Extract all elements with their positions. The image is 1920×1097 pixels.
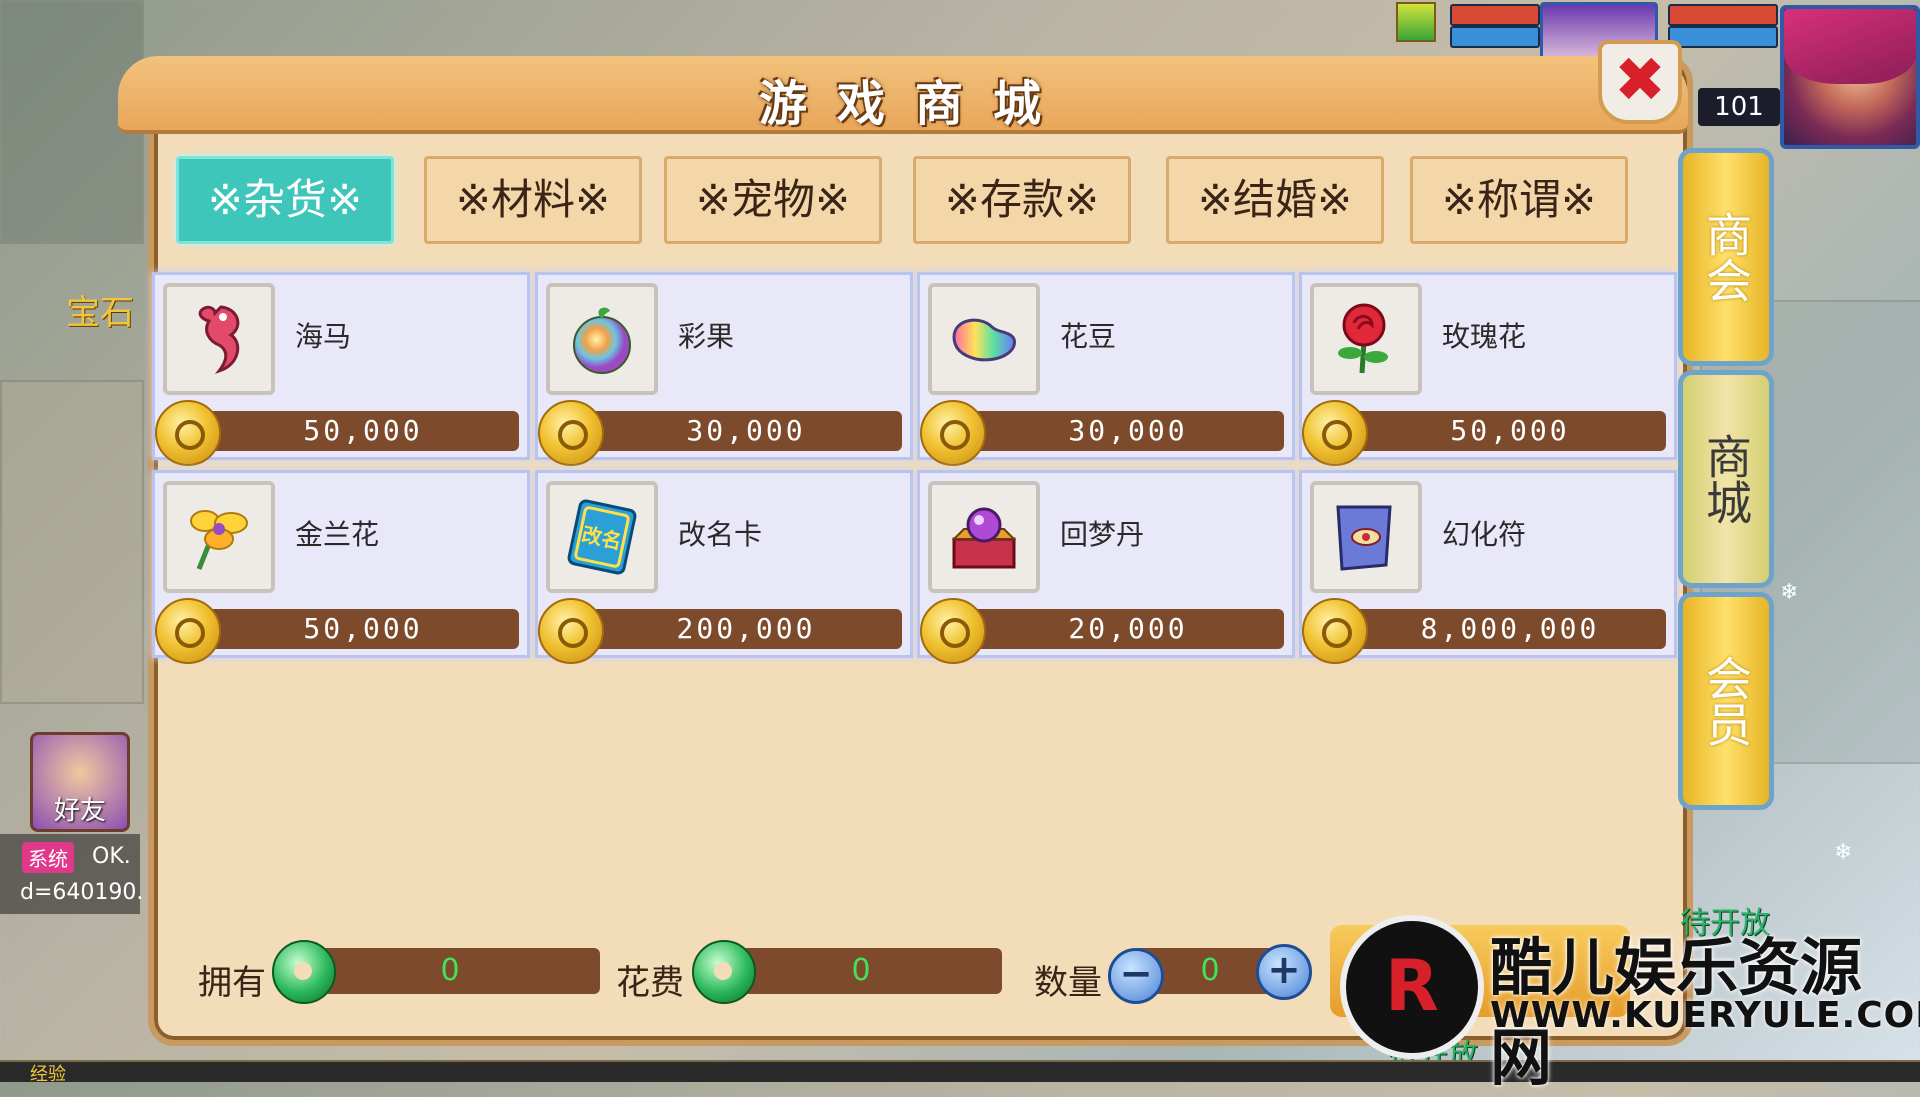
tab-general-goods[interactable]: ※杂货※ [176, 156, 394, 244]
chat-line: OK. [92, 844, 131, 869]
item-name: 玫瑰花 [1442, 320, 1527, 353]
transform-scroll-icon [1336, 505, 1392, 571]
quantity-label: 数量 [1034, 963, 1102, 1003]
golden-orchid-icon [190, 510, 248, 570]
player-hp-bar [1668, 4, 1778, 26]
item-price: 20,000 [972, 609, 1284, 649]
item-card-rename-card[interactable]: 改名 改名卡 200,000 [535, 470, 913, 664]
item-price: 50,000 [1354, 411, 1666, 451]
watermark-logo: R [1340, 915, 1484, 1059]
item-price: 8,000,000 [1354, 609, 1666, 649]
player-mp-bar [1668, 26, 1778, 48]
item-name: 花豆 [1060, 320, 1117, 353]
shop-title: 游戏商城 [758, 76, 1071, 132]
item-icon-frame [546, 283, 658, 395]
item-icon-frame [163, 481, 275, 593]
cost-value: 0 [720, 948, 1002, 994]
chat-line: d=640190. [20, 880, 144, 905]
item-icon-frame [928, 481, 1040, 593]
item-price: 50,000 [207, 609, 519, 649]
tab-materials[interactable]: ※材料※ [424, 156, 642, 244]
gold-coin-icon [538, 598, 604, 664]
jade-currency-icon [272, 940, 336, 1004]
item-price: 30,000 [972, 411, 1284, 451]
side-tab-mall[interactable]: 商城 [1678, 370, 1774, 588]
item-price: 50,000 [207, 411, 519, 451]
item-card-flower-bean[interactable]: 花豆 30,000 [917, 272, 1295, 466]
friend-button[interactable]: 好友 [30, 732, 130, 832]
rainbow-fruit-icon [573, 307, 631, 374]
snowflake-icon: ❄ [1780, 580, 1799, 605]
item-name: 回梦丹 [1060, 518, 1145, 551]
gold-coin-icon [1302, 400, 1368, 466]
gold-coin-icon [155, 598, 221, 664]
buff-icon[interactable] [1396, 2, 1436, 42]
gold-coin-icon [155, 400, 221, 466]
flower-bean-icon [952, 318, 1016, 362]
quantity-decrease-button[interactable]: − [1108, 948, 1164, 1004]
item-icon-frame [1310, 283, 1422, 395]
gold-coin-icon [538, 400, 604, 466]
item-price: 30,000 [590, 411, 902, 451]
seahorse-icon [198, 305, 240, 374]
item-card-rainbow-fruit[interactable]: 彩果 30,000 [535, 272, 913, 466]
gold-coin-icon [920, 598, 986, 664]
chat-panel[interactable]: 系统 OK. d=640190. [0, 834, 144, 914]
item-card-seahorse[interactable]: 海马 50,000 [152, 272, 530, 466]
tab-pets[interactable]: ※宠物※ [664, 156, 882, 244]
item-card-rose[interactable]: 玫瑰花 50,000 [1299, 272, 1677, 466]
item-name: 彩果 [678, 320, 735, 353]
background-scenery [0, 380, 144, 704]
item-name: 海马 [295, 320, 352, 353]
watermark: R 酷儿娱乐资源网 WWW.KUERYULE.COM [1340, 915, 1920, 1094]
item-icon-frame [163, 283, 275, 395]
item-price: 200,000 [590, 609, 902, 649]
item-icon-frame [1310, 481, 1422, 593]
rose-icon [1338, 303, 1388, 374]
own-value: 0 [300, 948, 600, 994]
item-icon-frame [928, 283, 1040, 395]
item-icon-frame: 改名 [546, 481, 658, 593]
tab-deposit[interactable]: ※存款※ [913, 156, 1131, 244]
gem-label[interactable]: 宝石 [66, 285, 134, 334]
jade-currency-icon [692, 940, 756, 1004]
side-tab-trade-guild[interactable]: 商会 [1678, 148, 1774, 366]
item-name: 改名卡 [678, 518, 763, 551]
quantity-increase-button[interactable]: + [1256, 944, 1312, 1000]
friend-label: 好友 [53, 796, 106, 826]
item-card-transform-scroll[interactable]: 幻化符 8,000,000 [1299, 470, 1677, 664]
cost-label: 花费 [616, 963, 684, 1003]
watermark-url: WWW.KUERYULE.COM [1490, 995, 1920, 1036]
dream-pill-icon [951, 507, 1017, 569]
pet-hp-bar [1450, 4, 1540, 26]
tab-marriage[interactable]: ※结婚※ [1166, 156, 1384, 244]
item-card-dream-pill[interactable]: 回梦丹 20,000 [917, 470, 1295, 664]
item-card-golden-orchid[interactable]: 金兰花 50,000 [152, 470, 530, 664]
side-tab-membership[interactable]: 会员 [1678, 592, 1774, 810]
gold-coin-icon [920, 400, 986, 466]
item-name: 金兰花 [295, 518, 380, 551]
snowflake-icon: ❄ [1834, 840, 1853, 865]
rename-card-icon: 改名 [567, 499, 637, 575]
tab-titles[interactable]: ※称谓※ [1410, 156, 1628, 244]
chat-system-badge: 系统 [22, 842, 74, 873]
pet-mp-bar [1450, 26, 1540, 48]
gold-coin-icon [1302, 598, 1368, 664]
close-button[interactable]: ✖ [1598, 40, 1682, 124]
own-label: 拥有 [198, 963, 266, 1003]
experience-label: 经验 [30, 1064, 66, 1085]
item-name: 幻化符 [1442, 518, 1527, 551]
